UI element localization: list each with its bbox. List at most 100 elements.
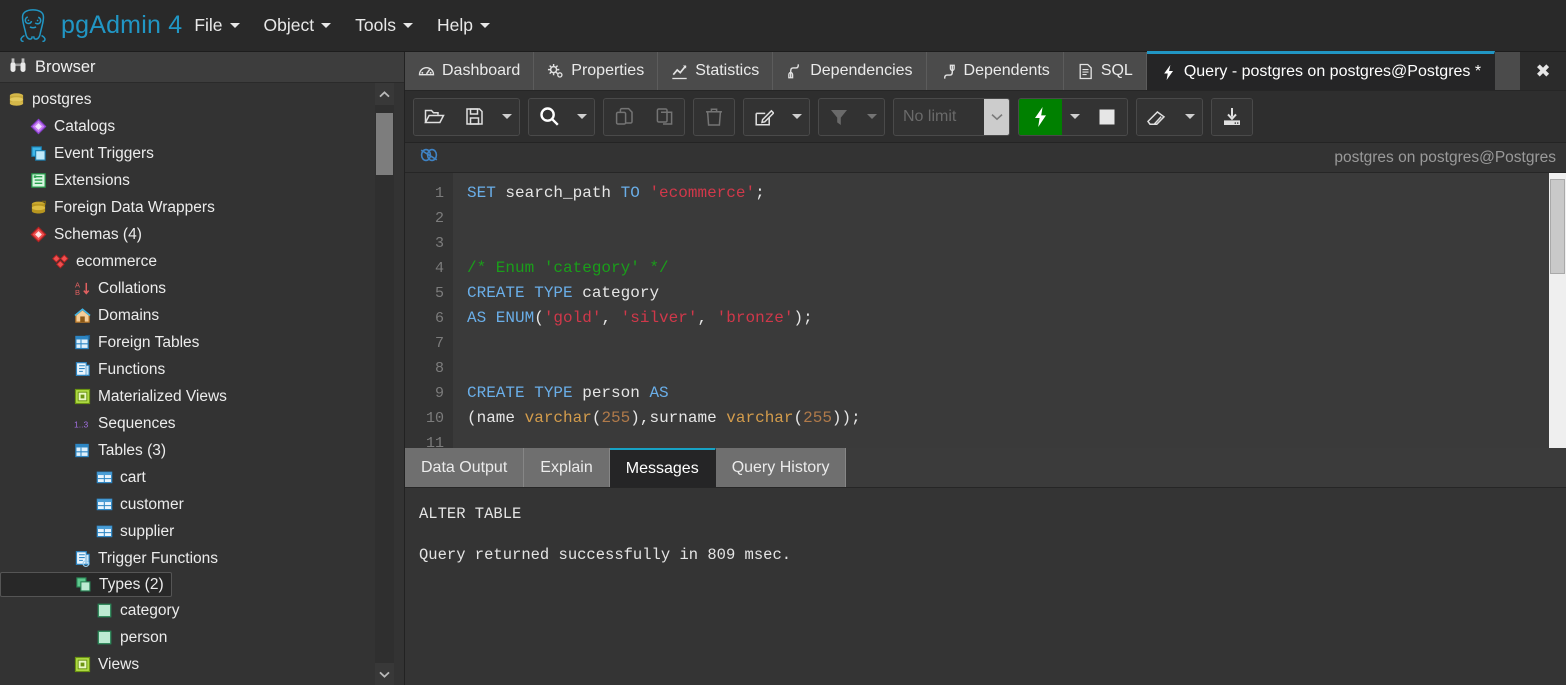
- tree-item-collations[interactable]: A B Collations: [0, 275, 404, 302]
- scroll-up-button[interactable]: [375, 83, 394, 105]
- results-tab-explain[interactable]: Explain: [524, 448, 610, 487]
- tree-item-postgres[interactable]: postgres: [0, 86, 404, 113]
- dock-tab-dashboard[interactable]: Dashboard: [405, 52, 535, 90]
- clear-query-button[interactable]: [1137, 98, 1177, 135]
- tree-item-functions[interactable]: Functions: [0, 356, 404, 383]
- dock-tab-statistics[interactable]: Statistics: [658, 52, 774, 90]
- download-csv-button[interactable]: [1212, 98, 1252, 135]
- tree-item-trigger-functions[interactable]: Trigger Functions: [0, 545, 404, 572]
- tree-item-label: Sequences: [98, 415, 176, 432]
- edit-dropdown-button[interactable]: [784, 98, 809, 135]
- sql-editor[interactable]: 1 2 3 4 5 6 7 8 9 10 11 SET search_path TO 'ecomme…: [405, 173, 1566, 448]
- tree-item-label: person: [120, 629, 168, 646]
- dock-tab-query[interactable]: Query - postgres on postgres@Postgres *: [1146, 51, 1496, 90]
- code-token: SET: [467, 184, 496, 202]
- tree-item-domains[interactable]: Domains: [0, 302, 404, 329]
- browser-vertical-scrollbar[interactable]: [375, 83, 394, 685]
- tree-item-catalogs[interactable]: Catalogs: [0, 113, 404, 140]
- dock-tabstrip: Dashboard Properties Statistics Dependencie…: [405, 51, 1566, 91]
- browser-panel-title: Browser: [35, 57, 96, 76]
- table-icon: [96, 525, 113, 538]
- menu-tools[interactable]: Tools: [343, 0, 425, 52]
- menu-file[interactable]: File: [182, 0, 251, 52]
- row-limit-value[interactable]: No limit: [894, 99, 984, 135]
- tree-item-views[interactable]: Views: [0, 651, 404, 678]
- tree-item-foreign-data-wrappers[interactable]: Foreign Data Wrappers: [0, 194, 404, 221]
- dock-tab-label: Dependents: [963, 62, 1050, 79]
- execute-dropdown-button[interactable]: [1062, 98, 1087, 135]
- menu-object[interactable]: Object: [252, 0, 344, 52]
- tree-item-customer[interactable]: customer: [0, 491, 404, 518]
- filter-funnel-icon: [831, 109, 847, 125]
- edit-button[interactable]: [744, 98, 784, 135]
- save-dropdown-button[interactable]: [494, 98, 519, 135]
- filter-button[interactable]: [819, 98, 859, 135]
- tree-item-tables-3[interactable]: Tables (3): [0, 437, 404, 464]
- dock-tab-properties[interactable]: Properties: [534, 52, 659, 90]
- open-file-button[interactable]: [414, 98, 454, 135]
- row-limit-select[interactable]: No limit: [893, 97, 1010, 136]
- dock-tab-dependents[interactable]: Dependents: [926, 52, 1064, 90]
- browser-panel-header: Browser: [0, 52, 404, 83]
- search-group: [528, 97, 595, 136]
- code-token: AS: [649, 384, 669, 402]
- tree-item-category[interactable]: category: [0, 597, 404, 624]
- delete-button[interactable]: [694, 98, 734, 135]
- sequence-icon: 1..3: [74, 419, 88, 429]
- tree-item-sequences[interactable]: 1..3 Sequences: [0, 410, 404, 437]
- results-tab-data-output[interactable]: Data Output: [405, 448, 525, 487]
- main-split: Browser postgres Catalogs Event Triggers Ex…: [0, 51, 1566, 685]
- clear-dropdown-button[interactable]: [1177, 98, 1202, 135]
- tree-item-person[interactable]: person: [0, 624, 404, 651]
- row-limit-dropdown-arrow[interactable]: [984, 98, 1009, 135]
- editor-code-area[interactable]: SET search_path TO 'ecommerce'; /* Enum …: [453, 173, 1566, 448]
- code-token: 255: [601, 409, 631, 427]
- chevron-down-icon: [1184, 114, 1195, 119]
- scroll-down-button[interactable]: [375, 663, 394, 685]
- search-button[interactable]: [529, 98, 569, 135]
- menu-help[interactable]: Help: [425, 0, 502, 52]
- line-number: 10: [425, 410, 444, 427]
- tree-item-event-triggers[interactable]: Event Triggers: [0, 140, 404, 167]
- results-tab-label: Data Output: [421, 458, 508, 476]
- tree-item-foreign-tables[interactable]: Foreign Tables: [0, 329, 404, 356]
- code-token: /* Enum 'category' */: [467, 259, 669, 277]
- search-dropdown-button[interactable]: [569, 98, 594, 135]
- stop-query-button[interactable]: [1087, 98, 1127, 135]
- paste-button[interactable]: [644, 98, 684, 135]
- tree-item-cart[interactable]: cart: [0, 464, 404, 491]
- tree-item-label: Foreign Data Wrappers: [54, 199, 215, 216]
- dock-tab-dependencies[interactable]: Dependencies: [773, 52, 927, 90]
- domain-icon: [74, 308, 91, 323]
- code-token: search_path: [495, 184, 621, 202]
- code-line: (name varchar(255),surname varchar(255))…: [467, 406, 1566, 431]
- browser-tree-scroll-area[interactable]: postgres Catalogs Event Triggers Extensions…: [0, 83, 404, 685]
- tree-item-ecommerce[interactable]: ecommerce: [0, 248, 404, 275]
- code-token: (: [534, 309, 544, 327]
- results-tab-query-history[interactable]: Query History: [715, 448, 847, 487]
- scrollbar-thumb[interactable]: [376, 113, 393, 175]
- tree-item-types-2[interactable]: Types (2): [0, 572, 172, 597]
- copy-button[interactable]: [604, 98, 644, 135]
- dock-tab-sql[interactable]: SQL: [1063, 52, 1147, 90]
- filter-dropdown-button[interactable]: [859, 98, 884, 135]
- execute-query-button[interactable]: [1019, 98, 1062, 135]
- line-number: 3: [434, 235, 444, 252]
- open-file-icon: [423, 109, 445, 124]
- tree-item-materialized-views[interactable]: Materialized Views: [0, 383, 404, 410]
- save-button[interactable]: [454, 98, 494, 135]
- scrollbar-thumb[interactable]: [1550, 179, 1565, 274]
- tree-item-supplier[interactable]: supplier: [0, 518, 404, 545]
- tree-item-label: Views: [98, 656, 140, 673]
- messages-output[interactable]: ALTER TABLE Query returned successfully i…: [405, 488, 1566, 685]
- foreign-table-icon: [75, 334, 91, 350]
- view-icon: [74, 656, 91, 673]
- results-tabstrip-filler: [846, 448, 1566, 487]
- postgresql-elephant-icon: [14, 6, 52, 46]
- tree-item-schemas-4[interactable]: Schemas (4): [0, 221, 404, 248]
- editor-vertical-scrollbar[interactable]: [1549, 173, 1566, 448]
- close-tab-button[interactable]: ✖: [1520, 52, 1566, 90]
- results-tab-messages[interactable]: Messages: [609, 447, 716, 487]
- tree-item-extensions[interactable]: Extensions: [0, 167, 404, 194]
